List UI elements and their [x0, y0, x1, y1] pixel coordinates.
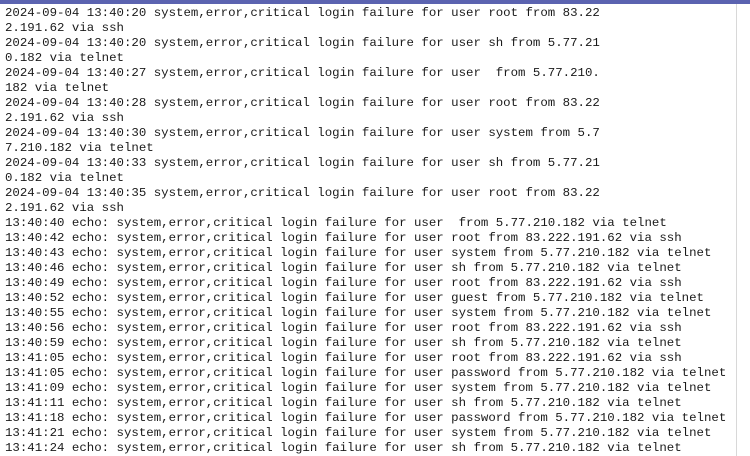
log-line: 0.182 via telnet — [5, 171, 124, 185]
log-output[interactable]: 2024-09-04 13:40:20 system,error,critica… — [0, 4, 737, 456]
log-line: 13:41:18 echo: system,error,critical log… — [5, 411, 727, 425]
log-line: 0.182 via telnet — [5, 51, 124, 65]
log-line: 13:41:05 echo: system,error,critical log… — [5, 366, 727, 380]
log-line: 13:40:52 echo: system,error,critical log… — [5, 291, 704, 305]
log-line: 2.191.62 via ssh — [5, 21, 124, 35]
log-line: 182 via telnet — [5, 81, 110, 95]
log-line: 7.210.182 via telnet — [5, 141, 154, 155]
log-line: 2024-09-04 13:40:20 system,error,critica… — [5, 36, 600, 50]
log-line: 2024-09-04 13:40:30 system,error,critica… — [5, 126, 600, 140]
log-line: 13:40:55 echo: system,error,critical log… — [5, 306, 712, 320]
log-line: 2024-09-04 13:40:33 system,error,critica… — [5, 156, 600, 170]
log-line: 13:40:42 echo: system,error,critical log… — [5, 231, 682, 245]
log-line: 2.191.62 via ssh — [5, 201, 124, 215]
log-line: 2024-09-04 13:40:27 system,error,critica… — [5, 66, 600, 80]
log-line: 13:41:09 echo: system,error,critical log… — [5, 381, 712, 395]
log-line: 13:41:21 echo: system,error,critical log… — [5, 426, 712, 440]
log-line: 13:41:05 echo: system,error,critical log… — [5, 351, 682, 365]
log-lines: 2024-09-04 13:40:20 system,error,critica… — [0, 4, 736, 456]
log-line: 13:40:46 echo: system,error,critical log… — [5, 261, 682, 275]
log-line: 2024-09-04 13:40:28 system,error,critica… — [5, 96, 600, 110]
scrollbar-track[interactable] — [737, 4, 750, 456]
terminal-window: 2024-09-04 13:40:20 system,error,critica… — [0, 0, 750, 456]
log-line: 13:40:40 echo: system,error,critical log… — [5, 216, 667, 230]
log-line: 2024-09-04 13:40:20 system,error,critica… — [5, 6, 600, 20]
log-line: 13:40:49 echo: system,error,critical log… — [5, 276, 682, 290]
log-line: 13:41:24 echo: system,error,critical log… — [5, 441, 682, 455]
log-line: 2024-09-04 13:40:35 system,error,critica… — [5, 186, 600, 200]
log-line: 13:40:59 echo: system,error,critical log… — [5, 336, 682, 350]
log-line: 13:40:43 echo: system,error,critical log… — [5, 246, 712, 260]
log-line: 2.191.62 via ssh — [5, 111, 124, 125]
log-line: 13:41:11 echo: system,error,critical log… — [5, 396, 682, 410]
log-line: 13:40:56 echo: system,error,critical log… — [5, 321, 682, 335]
